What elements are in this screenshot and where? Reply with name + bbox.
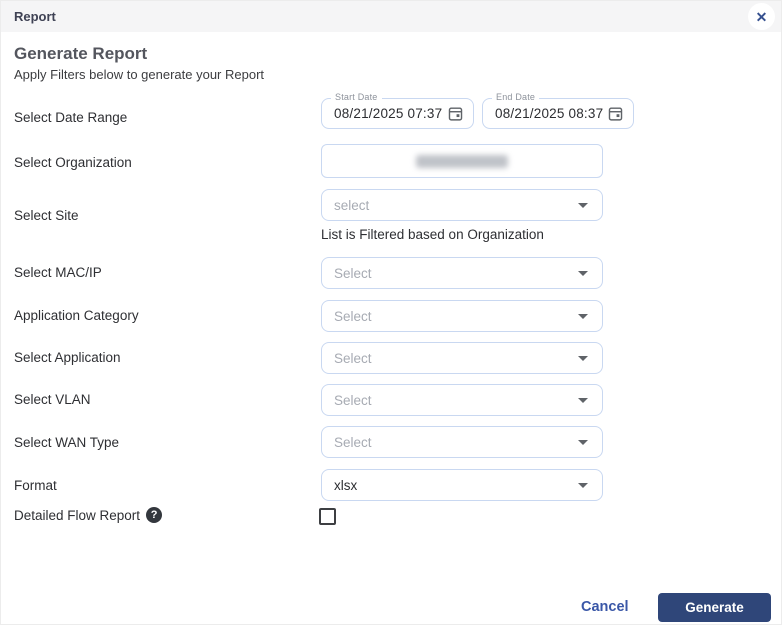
format-value: xlsx: [334, 478, 578, 493]
organization-input[interactable]: [321, 144, 603, 178]
site-dropdown[interactable]: select: [321, 189, 603, 221]
site-placeholder: select: [334, 198, 578, 213]
start-date-value: 08/21/2025 07:37: [334, 106, 447, 121]
mac-ip-placeholder: Select: [334, 266, 578, 281]
end-date-floating-label: End Date: [492, 92, 539, 102]
chevron-down-icon: [578, 440, 588, 445]
page-subtitle: Apply Filters below to generate your Rep…: [14, 67, 264, 82]
chevron-down-icon: [578, 203, 588, 208]
wan-type-label: Select WAN Type: [14, 435, 119, 451]
format-label: Format: [14, 478, 57, 494]
site-label: Select Site: [14, 208, 79, 224]
start-date-field[interactable]: Start Date 08/21/2025 07:37: [321, 98, 474, 129]
application-category-label: Application Category: [14, 308, 139, 324]
mac-ip-dropdown[interactable]: Select: [321, 257, 603, 289]
application-category-placeholder: Select: [334, 309, 578, 324]
close-button[interactable]: ✕: [748, 3, 775, 30]
chevron-down-icon: [578, 356, 588, 361]
application-dropdown[interactable]: Select: [321, 342, 603, 374]
site-filter-note: List is Filtered based on Organization: [321, 227, 544, 242]
end-date-field[interactable]: End Date 08/21/2025 08:37: [482, 98, 634, 129]
wan-type-dropdown[interactable]: Select: [321, 426, 603, 458]
application-label: Select Application: [14, 350, 121, 366]
organization-label: Select Organization: [14, 155, 132, 171]
application-placeholder: Select: [334, 351, 578, 366]
detailed-flow-report-label: Detailed Flow Report: [14, 508, 140, 523]
help-icon[interactable]: ?: [146, 507, 162, 523]
dialog-titlebar: Report ✕: [1, 1, 781, 32]
date-range-label: Select Date Range: [14, 110, 127, 126]
vlan-label: Select VLAN: [14, 392, 91, 408]
calendar-icon[interactable]: [607, 105, 624, 122]
generate-button[interactable]: Generate: [658, 593, 771, 622]
start-date-floating-label: Start Date: [331, 92, 382, 102]
format-dropdown[interactable]: xlsx: [321, 469, 603, 501]
detailed-flow-report-checkbox[interactable]: [319, 508, 336, 525]
close-icon: ✕: [756, 10, 768, 24]
chevron-down-icon: [578, 398, 588, 403]
wan-type-placeholder: Select: [334, 435, 578, 450]
chevron-down-icon: [578, 314, 588, 319]
application-category-dropdown[interactable]: Select: [321, 300, 603, 332]
calendar-icon[interactable]: [447, 105, 464, 122]
end-date-value: 08/21/2025 08:37: [495, 106, 607, 121]
chevron-down-icon: [578, 271, 588, 276]
vlan-dropdown[interactable]: Select: [321, 384, 603, 416]
vlan-placeholder: Select: [334, 393, 578, 408]
generate-report-dialog: Report ✕ Generate Report Apply Filters b…: [0, 0, 782, 625]
cancel-button[interactable]: Cancel: [581, 599, 629, 615]
dialog-title: Report: [14, 9, 56, 24]
chevron-down-icon: [578, 483, 588, 488]
organization-value-redacted: [416, 155, 508, 168]
mac-ip-label: Select MAC/IP: [14, 265, 102, 281]
detailed-flow-report-row: Detailed Flow Report ?: [14, 507, 162, 523]
page-title: Generate Report: [14, 44, 147, 64]
